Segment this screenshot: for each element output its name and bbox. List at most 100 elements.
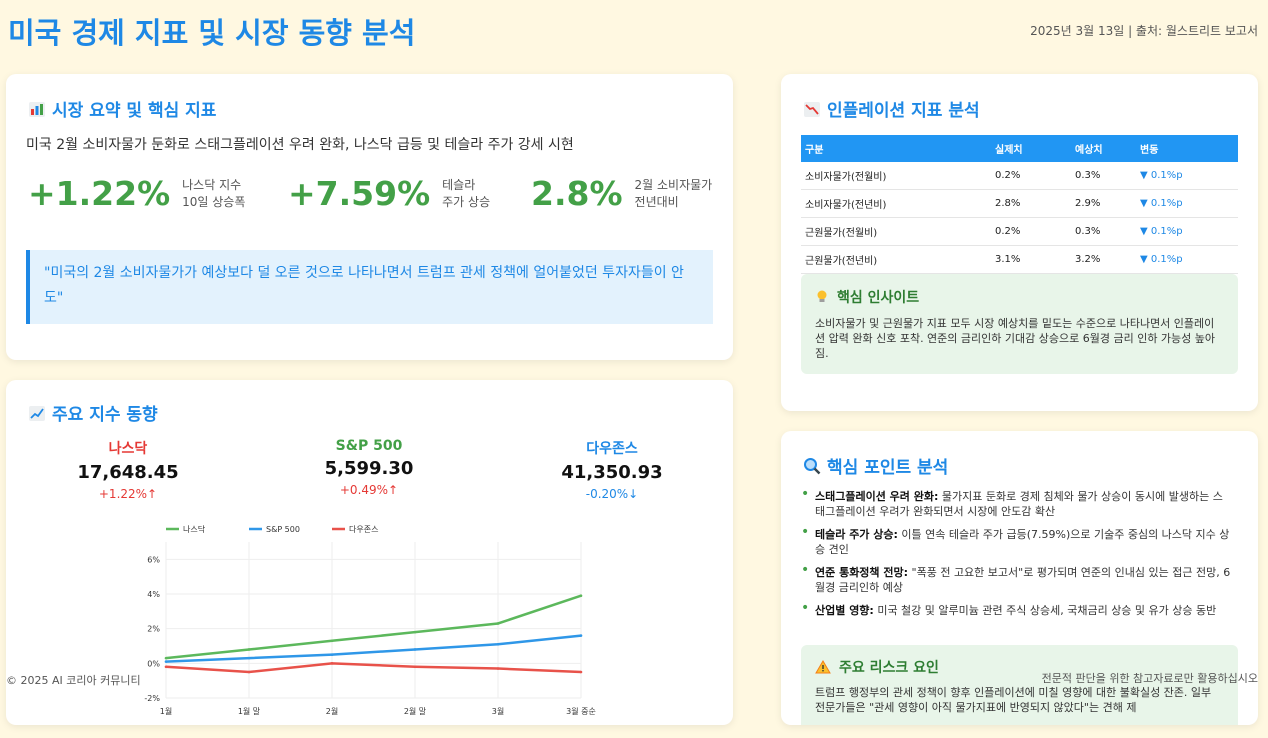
index-dow: 다우존스 41,350.93 -0.20%↓: [512, 438, 712, 501]
magnifier-icon: [804, 457, 821, 474]
index-line-chart: -2% 0% 2% 4% 6% 1월 1월 말 2월 2월 말 3월 3월 중순 나스닥 S&P 500…: [144, 524, 596, 716]
legend-label: 나스닥: [183, 524, 206, 534]
insight-title: 핵심 인사이트: [815, 287, 1224, 307]
list-item: 테슬라 주가 상승: 이틀 연속 테슬라 주가 급등(7.59%)으로 기술주 …: [801, 525, 1231, 557]
inflation-card: 인플레이션 지표 분석 구분 실제치 예상치 변동 소비자물가(전월비) 0.2…: [781, 74, 1258, 411]
data-point: [330, 662, 334, 665]
data-point: [496, 667, 500, 670]
data-point: [413, 630, 417, 634]
table-cell: 근원물가(전월비): [801, 217, 991, 246]
data-point: [413, 648, 417, 651]
data-point: [579, 634, 583, 637]
metric-tesla: +7.59% 테슬라 주가 상승: [288, 174, 490, 213]
table-header: 구분: [801, 135, 991, 162]
table-cell: 소비자물가(전월비): [801, 162, 991, 190]
data-point: [413, 665, 417, 669]
data-point: [330, 653, 334, 656]
legend-label: 다우존스: [349, 525, 378, 534]
table-cell: 0.3%: [1071, 162, 1136, 190]
table-cell: 3.1%: [991, 245, 1071, 274]
footer-copyright: © 2025 AI 코리아 커뮤니티: [6, 674, 141, 687]
y-tick-label: 4%: [147, 590, 160, 599]
key-points-card-title: 핵심 포인트 분석: [803, 453, 948, 478]
data-point: [579, 670, 583, 674]
inflation-table: 구분 실제치 예상치 변동 소비자물가(전월비) 0.2% 0.3% ▼ 0.1…: [801, 135, 1238, 274]
key-points-list: 스태그플레이션 우려 완화: 물가지표 둔화로 경제 침체와 물가 상승이 동시…: [801, 487, 1231, 626]
list-item: 연준 통화정책 전망: "폭풍 전 고요한 보고서"로 평가되며 연준의 인내심…: [801, 563, 1231, 595]
table-header: 예상치: [1071, 135, 1136, 162]
data-point: [164, 665, 168, 669]
data-point: [247, 648, 251, 651]
data-point: [247, 656, 251, 660]
index-sp500: S&P 500 5,599.30 +0.49%↑: [269, 438, 469, 497]
table-cell: 0.3%: [1071, 217, 1136, 246]
data-point: [579, 594, 583, 598]
warning-icon: [815, 660, 831, 674]
index-change: +0.49%↑: [339, 483, 399, 497]
table-header-row: 구분 실제치 예상치 변동: [801, 135, 1238, 162]
metric-value: 2.8%: [531, 174, 623, 213]
table-header: 변동: [1136, 135, 1238, 162]
x-tick-label: 2월 말: [404, 706, 427, 716]
index-change: +1.22%↑: [98, 487, 158, 501]
y-tick-label: -2%: [144, 694, 160, 703]
metric-value: +7.59%: [288, 174, 431, 213]
index-value: 41,350.93: [561, 462, 663, 483]
summary-card: 시장 요약 및 핵심 지표 미국 2월 소비자물가 둔화로 스태그플레이션 우려…: [6, 74, 733, 360]
data-point: [496, 642, 500, 646]
index-name: S&P 500: [335, 438, 403, 454]
table-cell: ▼ 0.1%p: [1136, 245, 1238, 274]
bar-chart-icon: [29, 101, 45, 117]
table-row: 소비자물가(전년비) 2.8% 2.9% ▼ 0.1%p: [801, 189, 1238, 218]
index-name: 다우존스: [586, 441, 638, 457]
table-cell: ▼ 0.1%p: [1136, 217, 1238, 246]
index-nasdaq: 나스닥 17,648.45 +1.22%↑: [28, 438, 228, 501]
x-tick-label: 2월: [326, 706, 338, 716]
table-cell: 0.2%: [991, 162, 1071, 190]
metric-value: +1.22%: [28, 174, 171, 213]
table-cell: 0.2%: [991, 217, 1071, 246]
data-point: [164, 660, 168, 663]
metric-cpi: 2.8% 2월 소비자물가 전년대비: [531, 174, 712, 213]
summary-headline: 미국 2월 소비자물가 둔화로 스태그플레이션 우려 완화, 나스닥 급등 및 …: [26, 137, 574, 153]
series-line: [165, 634, 582, 663]
insight-text: 소비자물가 및 근원물가 지표 모두 시장 예상치를 밑도는 수준으로 나타나면…: [815, 317, 1216, 360]
report-meta: 2025년 3월 13일 | 출처: 월스트리트 보고서: [1030, 24, 1258, 38]
x-tick-label: 1월 말: [238, 706, 261, 716]
table-row: 근원물가(전년비) 3.1% 3.2% ▼ 0.1%p: [801, 245, 1238, 274]
table-cell: 2.8%: [991, 189, 1071, 218]
index-change: -0.20%↓: [585, 487, 639, 501]
summary-card-title: 시장 요약 및 핵심 지표: [28, 96, 216, 121]
y-tick-label: 2%: [147, 625, 160, 634]
table-row: 소비자물가(전월비) 0.2% 0.3% ▼ 0.1%p: [801, 162, 1238, 190]
metric-label: 2월 소비자물가 전년대비: [634, 177, 713, 209]
page-header: 미국 경제 지표 및 시장 동향 분석 2025년 3월 13일 | 출처: 월…: [8, 10, 1258, 54]
table-cell: 근원물가(전년비): [801, 245, 991, 274]
data-point: [247, 670, 251, 674]
list-item: 스태그플레이션 우려 완화: 물가지표 둔화로 경제 침체와 물가 상승이 동시…: [801, 487, 1231, 519]
x-tick-label: 3월 중순: [566, 706, 596, 716]
x-tick-label: 3월: [492, 706, 504, 716]
inflation-card-title: 인플레이션 지표 분석: [803, 96, 980, 121]
index-value: 17,648.45: [77, 462, 179, 483]
risk-text: 트럼프 행정부의 관세 정책이 향후 인플레이션에 미칠 영향에 대한 불확실성…: [815, 686, 1212, 714]
index-card-title: 주요 지수 동향: [28, 400, 158, 425]
metric-label: 나스닥 지수 10일 상승폭: [182, 177, 246, 209]
table-cell: ▼ 0.1%p: [1136, 189, 1238, 218]
y-tick-label: 6%: [147, 555, 160, 564]
metric-label: 테슬라 주가 상승: [442, 177, 491, 209]
table-header: 실제치: [991, 135, 1071, 162]
y-tick-label: 0%: [147, 659, 160, 668]
data-point: [330, 639, 334, 643]
series-line: [165, 594, 582, 660]
page-title: 미국 경제 지표 및 시장 동향 분석: [8, 16, 416, 50]
table-cell: 2.9%: [1071, 189, 1136, 218]
footer-disclaimer: 전문적 판단을 위한 참고자료로만 활용하십시오: [1041, 672, 1258, 685]
x-tick-label: 1월: [160, 706, 172, 716]
table-cell: ▼ 0.1%p: [1136, 162, 1238, 190]
index-name: 나스닥: [108, 441, 148, 457]
data-point: [496, 622, 500, 625]
series-line: [165, 662, 582, 674]
table-cell: 소비자물가(전년비): [801, 189, 991, 218]
lightbulb-icon: [817, 290, 827, 302]
